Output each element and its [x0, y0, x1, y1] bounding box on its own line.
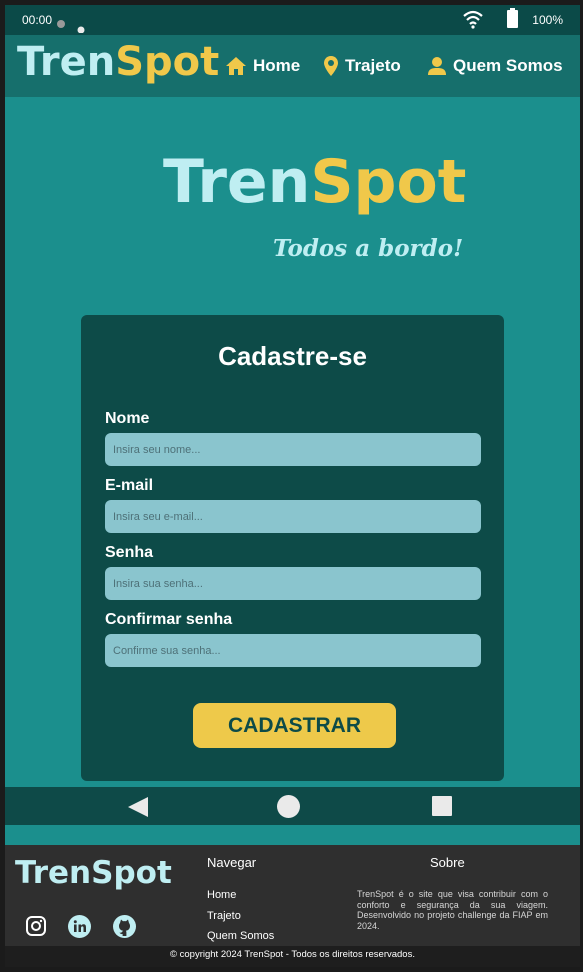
instagram-icon[interactable] [25, 915, 47, 937]
nav-quem-somos-label: Quem Somos [453, 56, 563, 75]
nav-trajeto-label: Trajeto [345, 56, 401, 75]
email-label: E-mail [105, 477, 154, 494]
confirm-password-input[interactable] [105, 634, 481, 667]
home-button-icon[interactable] [277, 795, 300, 818]
system-nav-bar [5, 787, 580, 825]
hero-logo-part-1: Tren [163, 147, 311, 217]
confirm-password-label: Confirmar senha [105, 611, 233, 628]
footer-link-home[interactable]: Home [207, 889, 236, 901]
status-bar: 00:00 100% [5, 5, 580, 35]
wifi-icon [463, 10, 483, 29]
nav-trajeto-link[interactable]: Trajeto [323, 35, 401, 97]
back-icon[interactable] [127, 797, 149, 817]
logo-part-2: Spot [115, 39, 220, 85]
footer-link-trajeto[interactable]: Trajeto [207, 910, 241, 922]
home-icon [226, 57, 246, 75]
recent-apps-icon[interactable] [432, 796, 452, 816]
footer-logo-part-1: Tren [15, 855, 92, 891]
password-label: Senha [105, 544, 154, 561]
signup-title: Cadastre-se [218, 341, 367, 371]
status-time: 00:00 [22, 13, 53, 27]
footer-link-quem-somos[interactable]: Quem Somos [207, 930, 274, 942]
footer-logo: TrenSpot [15, 855, 172, 891]
battery-icon [507, 8, 518, 28]
nav-home-label: Home [253, 56, 301, 75]
nav-quem-somos-link[interactable]: Quem Somos [427, 35, 563, 97]
register-button[interactable]: CADASTRAR [193, 703, 396, 748]
hero-logo-part-2: Spot [310, 147, 467, 217]
footer-nav-title: Navegar [207, 855, 257, 870]
github-icon[interactable] [113, 915, 136, 938]
site-footer: TrenSpot Navegar Home Trajeto Quem Somos… [5, 845, 580, 946]
site-header: TrenSpot Home Trajeto Quem Somos [5, 35, 580, 97]
user-icon [428, 57, 446, 75]
hero-logo: TrenSpot [163, 147, 466, 217]
name-input[interactable] [105, 433, 481, 466]
copyright-bar: © copyright 2024 TrenSpot - Todos os dir… [5, 946, 580, 967]
password-input[interactable] [105, 567, 481, 600]
device-screen: 00:00 100% TrenSpot Home Trajeto Quem So… [5, 5, 580, 967]
footer-logo-part-2: Spot [91, 855, 172, 891]
footer-about-text: TrenSpot é o site que visa contribuir co… [357, 889, 548, 931]
logo-part-1: Tren [17, 39, 116, 85]
hero-tagline: Todos a bordo! [273, 235, 464, 262]
notification-icon [57, 20, 85, 33]
nav-home-link[interactable]: Home [225, 35, 300, 97]
battery-percent: 100% [532, 13, 563, 27]
header-logo[interactable]: TrenSpot [17, 39, 219, 85]
signup-card: Cadastre-se Nome E-mail Senha Confirmar … [81, 315, 504, 781]
name-label: Nome [105, 410, 150, 427]
footer-about-title: Sobre [430, 855, 465, 870]
linkedin-icon[interactable] [68, 915, 91, 938]
email-input[interactable] [105, 500, 481, 533]
map-pin-icon [324, 56, 338, 76]
